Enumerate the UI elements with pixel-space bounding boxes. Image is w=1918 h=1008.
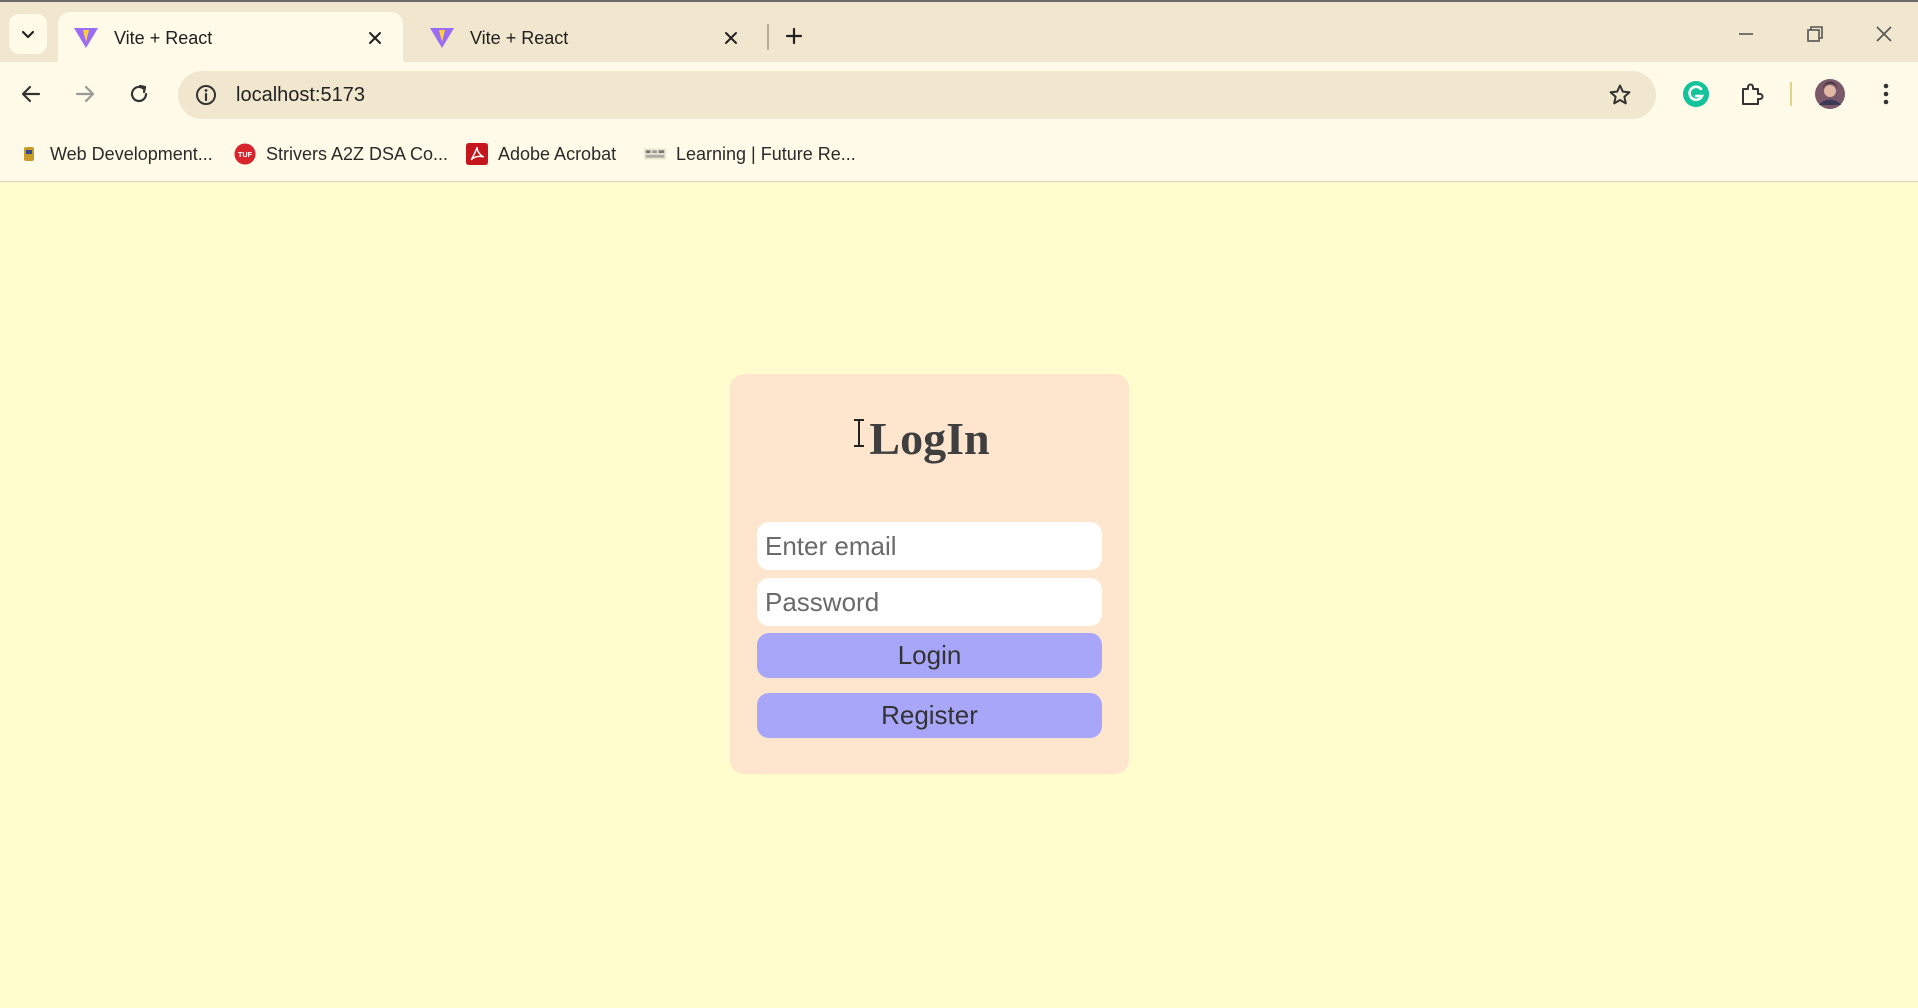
reload-icon: [130, 84, 148, 103]
learning-favicon: [644, 143, 666, 165]
plus-icon: [785, 27, 803, 45]
browser-menu-button[interactable]: [1868, 76, 1904, 112]
bookmark-label: Adobe Acrobat: [498, 143, 617, 164]
bookmark-label: Web Development...: [50, 143, 213, 164]
browser-toolbar: localhost:5173: [0, 62, 1918, 128]
restore-button[interactable]: [1795, 16, 1835, 52]
bookmark-strivers-a2z[interactable]: TUF Strivers A2Z DSA Co...: [234, 140, 448, 168]
minimize-button[interactable]: [1726, 16, 1766, 52]
tuf-logo-icon: TUF: [234, 143, 256, 165]
tab-title: Vite + React: [114, 27, 213, 48]
bookmark-label: Learning | Future Re...: [676, 143, 856, 164]
arrow-left-icon: [21, 85, 41, 103]
close-window-button[interactable]: [1864, 16, 1904, 52]
bookmark-label: Strivers A2Z DSA Co...: [266, 143, 449, 164]
text-cursor-icon: [854, 419, 864, 447]
vite-icon: [430, 28, 454, 48]
bookmark-web-development[interactable]: Web Development...: [18, 140, 213, 168]
grammarly-extension-icon[interactable]: [1678, 76, 1714, 112]
tuf-logo-text: TUF: [238, 150, 253, 159]
bookmark-learning-future[interactable]: Learning | Future Re...: [644, 140, 856, 168]
back-button[interactable]: [13, 76, 49, 112]
email-input[interactable]: [757, 522, 1102, 570]
profile-avatar[interactable]: [1812, 76, 1848, 112]
tab-search-button[interactable]: [9, 14, 47, 54]
forward-button[interactable]: [67, 76, 103, 112]
bookmark-adobe-acrobat[interactable]: Adobe Acrobat: [466, 140, 616, 168]
login-card: LogIn Login Register: [730, 374, 1129, 774]
tab-vite-react[interactable]: Vite + React: [414, 12, 759, 64]
close-tab-icon[interactable]: [717, 24, 745, 52]
extensions-puzzle-icon[interactable]: [1734, 76, 1770, 112]
tab-title: Vite + React: [470, 27, 569, 48]
login-title: LogIn: [869, 413, 990, 464]
new-tab-button[interactable]: [778, 20, 810, 52]
chevron-down-icon: [21, 30, 35, 39]
toolbar-divider: [1790, 82, 1792, 106]
url-text: localhost:5173: [236, 83, 365, 106]
address-bar[interactable]: localhost:5173: [178, 71, 1656, 119]
password-input[interactable]: [757, 578, 1102, 626]
login-button[interactable]: Login: [757, 633, 1102, 678]
bookmarks-bar: Web Development... TUF Strivers A2Z DSA …: [0, 128, 1918, 182]
acrobat-icon: [466, 143, 488, 165]
more-vertical-icon: [1883, 83, 1889, 105]
tab-strip: Vite + React Vite + React: [0, 0, 1918, 64]
close-tab-icon[interactable]: [361, 24, 389, 52]
page-content: LogIn Login Register: [0, 182, 1918, 1008]
register-button[interactable]: Register: [757, 693, 1102, 738]
tab-separator: [767, 24, 769, 50]
arrow-right-icon: [75, 85, 95, 103]
vite-icon: [74, 28, 98, 48]
reload-button[interactable]: [121, 76, 157, 112]
bookmark-star-icon[interactable]: [1606, 81, 1634, 109]
restore-icon: [1807, 26, 1823, 42]
minimize-icon: [1739, 33, 1753, 35]
bookmark-favicon: [18, 143, 40, 165]
site-info-icon[interactable]: [192, 81, 220, 109]
tab-vite-react-active[interactable]: Vite + React: [58, 12, 403, 64]
close-icon: [1876, 26, 1892, 42]
